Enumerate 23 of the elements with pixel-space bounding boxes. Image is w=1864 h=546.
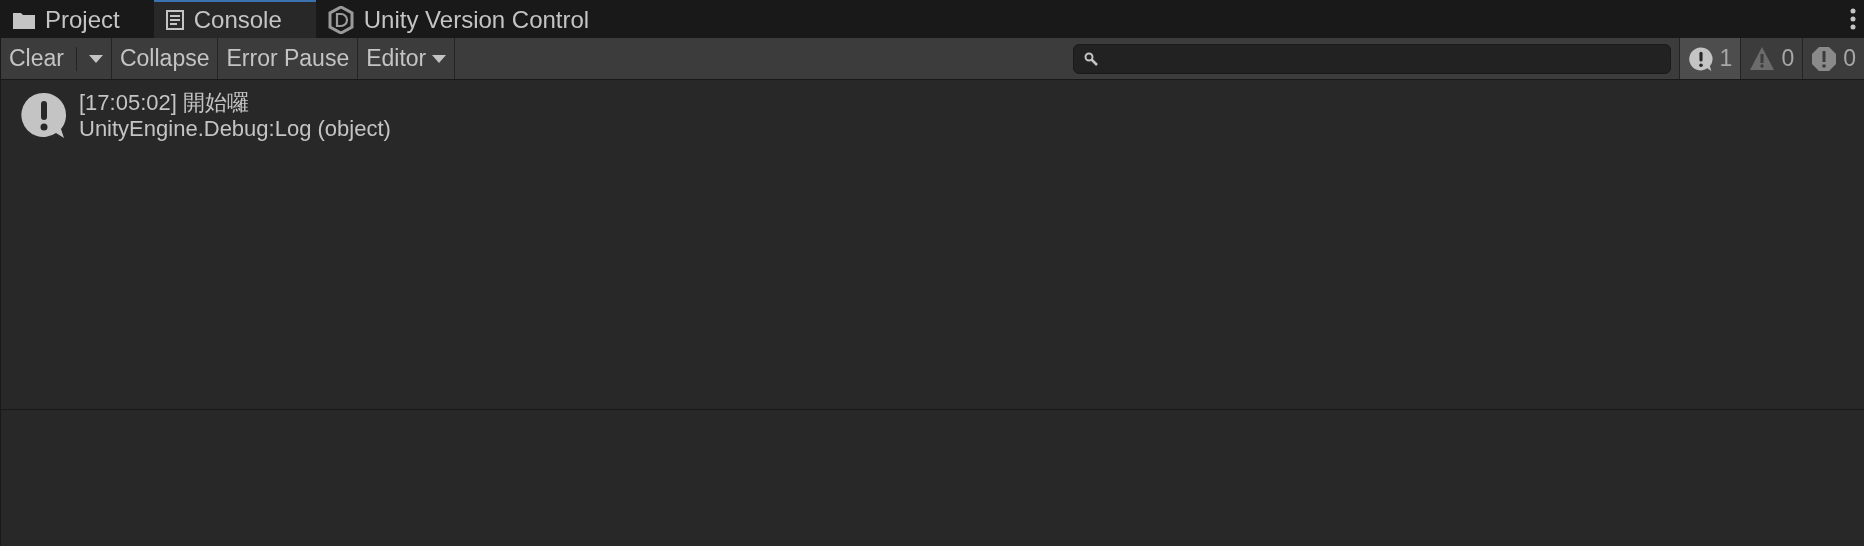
tab-label: Console bbox=[193, 6, 282, 34]
folder-icon bbox=[13, 11, 35, 29]
count: 0 bbox=[1843, 45, 1856, 72]
log-entry[interactable]: [17:05:02] 開始囉 UnityEngine.Debug:Log (object) bbox=[1, 80, 1864, 152]
log-source: UnityEngine.Debug:Log (object) bbox=[79, 116, 391, 142]
info-icon bbox=[1687, 45, 1714, 72]
caret-icon bbox=[432, 54, 447, 63]
count: 1 bbox=[1719, 45, 1733, 72]
error-icon bbox=[1811, 45, 1838, 72]
count: 0 bbox=[1781, 45, 1795, 72]
console-icon bbox=[165, 10, 184, 30]
log-message: [17:05:02] 開始囉 bbox=[79, 90, 250, 116]
tab-label: Project bbox=[45, 6, 120, 34]
info-icon bbox=[19, 90, 69, 140]
hexagon-icon bbox=[327, 6, 354, 34]
more-options-icon[interactable] bbox=[1850, 8, 1856, 30]
caret-icon bbox=[88, 54, 103, 63]
search-icon bbox=[1083, 51, 1098, 66]
tab[interactable]: Console bbox=[153, 0, 316, 38]
warning-icon bbox=[1749, 45, 1776, 72]
tab-label: Unity Version Control bbox=[363, 6, 590, 34]
counter-toggle[interactable]: 1 bbox=[1678, 38, 1741, 79]
search-field[interactable] bbox=[1072, 43, 1671, 74]
